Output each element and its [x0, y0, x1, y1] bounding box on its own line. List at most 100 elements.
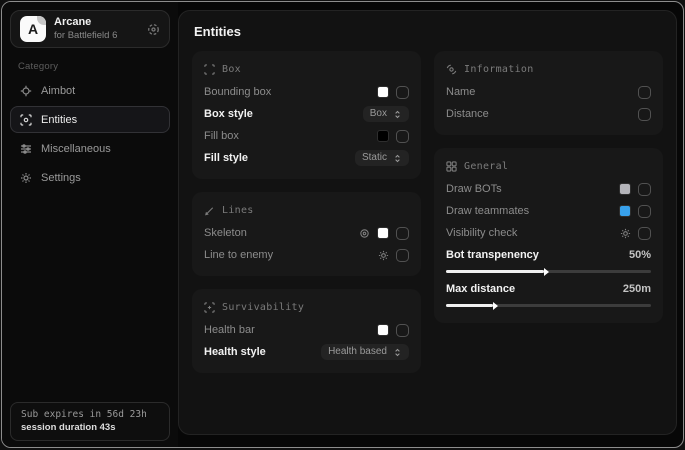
crosshair-icon	[20, 85, 32, 97]
color-swatch[interactable]	[377, 86, 389, 98]
card-header-label: General	[464, 161, 508, 172]
app-logo: A	[20, 16, 46, 42]
setting-row-visibility-check: Visibility check	[446, 222, 651, 244]
setting-label: Skeleton	[204, 227, 247, 239]
sidebar: A Arcane for Battlefield 6 Category Aimb…	[2, 2, 178, 447]
gear-icon[interactable]	[620, 228, 631, 239]
setting-row-distance: Distance	[446, 103, 651, 125]
slider-value: 250m	[623, 283, 651, 295]
card-lines: Lines Skeleton	[192, 192, 421, 276]
card-header-label: Box	[222, 64, 241, 75]
chevron-updown-icon	[393, 154, 402, 163]
setting-label: Health bar	[204, 324, 255, 336]
color-swatch[interactable]	[377, 227, 389, 239]
setting-row-fill-style: Fill style Static	[204, 147, 409, 169]
scan-corners-icon	[204, 64, 215, 75]
app-title-block: Arcane for Battlefield 6	[54, 16, 139, 42]
card-lines-header: Lines	[204, 200, 409, 220]
card-general: General Draw BOTs Draw teammates	[434, 148, 663, 323]
fill-style-dropdown[interactable]: Static	[355, 150, 409, 166]
card-header-label: Lines	[222, 205, 254, 216]
pencil-line-icon	[204, 205, 215, 216]
setting-row-line-to-enemy: Line to enemy	[204, 244, 409, 266]
app-logo-letter: A	[28, 21, 38, 37]
sliders-icon	[20, 143, 32, 155]
grid-icon	[446, 161, 457, 172]
setting-label: Box style	[204, 108, 253, 120]
gear-icon	[20, 172, 32, 184]
setting-row-health-style: Health style Health based	[204, 341, 409, 363]
card-header-label: Information	[464, 64, 534, 75]
setting-label: Visibility check	[446, 227, 517, 239]
setting-row-draw-teammates: Draw teammates	[446, 200, 651, 222]
category-label: Category	[18, 61, 178, 72]
checkbox[interactable]	[638, 227, 651, 240]
checkbox[interactable]	[396, 130, 409, 143]
card-box-header: Box	[204, 59, 409, 79]
setting-label: Health style	[204, 346, 266, 358]
setting-row-draw-bots: Draw BOTs	[446, 178, 651, 200]
setting-row-skeleton: Skeleton	[204, 222, 409, 244]
color-swatch[interactable]	[619, 205, 631, 217]
checkbox[interactable]	[396, 227, 409, 240]
checkbox[interactable]	[638, 108, 651, 121]
sub-expiry-text: Sub expires in 56d 23h	[21, 409, 159, 420]
sidebar-item-aimbot[interactable]: Aimbot	[10, 77, 170, 104]
eye-icon[interactable]	[359, 228, 370, 239]
app-header: A Arcane for Battlefield 6	[10, 10, 170, 48]
setting-label: Name	[446, 86, 475, 98]
sidebar-item-entities[interactable]: Entities	[10, 106, 170, 133]
entity-scan-icon	[20, 114, 32, 126]
setting-row-bot-transparency: Bot transpenency 50%	[446, 245, 651, 273]
card-information-header: Information	[446, 59, 651, 79]
info-scan-icon	[446, 64, 457, 75]
gear-icon[interactable]	[378, 250, 389, 261]
sidebar-item-label: Settings	[41, 172, 81, 184]
session-duration-text: session duration 43s	[21, 422, 159, 433]
subscription-info-box: Sub expires in 56d 23h session duration …	[10, 402, 170, 441]
setting-label: Bounding box	[204, 86, 271, 98]
slider-fill[interactable]	[446, 270, 544, 273]
color-swatch[interactable]	[377, 324, 389, 336]
box-style-dropdown[interactable]: Box	[363, 106, 409, 122]
card-survivability: Survivability Health bar Health style He…	[192, 289, 421, 373]
dropdown-value: Static	[362, 153, 387, 163]
slider-value: 50%	[629, 249, 651, 261]
sync-circle-icon[interactable]	[147, 23, 160, 36]
sidebar-item-miscellaneous[interactable]: Miscellaneous	[10, 135, 170, 162]
setting-label: Max distance	[446, 283, 515, 295]
dropdown-value: Health based	[328, 347, 387, 357]
setting-label: Fill style	[204, 152, 248, 164]
sidebar-item-settings[interactable]: Settings	[10, 164, 170, 191]
setting-label: Draw teammates	[446, 205, 529, 217]
card-header-label: Survivability	[222, 302, 304, 313]
page-title: Entities	[194, 24, 663, 39]
chevron-updown-icon	[393, 348, 402, 357]
color-swatch[interactable]	[619, 183, 631, 195]
dropdown-value: Box	[370, 109, 387, 119]
setting-row-box-style: Box style Box	[204, 103, 409, 125]
card-survivability-header: Survivability	[204, 297, 409, 317]
checkbox[interactable]	[638, 86, 651, 99]
checkbox[interactable]	[396, 86, 409, 99]
setting-label: Draw BOTs	[446, 183, 502, 195]
setting-label: Bot transpenency	[446, 249, 539, 261]
bot-transparency-slider[interactable]	[446, 270, 651, 273]
health-style-dropdown[interactable]: Health based	[321, 344, 409, 360]
checkbox[interactable]	[396, 324, 409, 337]
slider-fill[interactable]	[446, 304, 493, 307]
setting-label: Distance	[446, 108, 489, 120]
card-general-header: General	[446, 156, 651, 176]
setting-row-fill-box: Fill box	[204, 125, 409, 147]
setting-label: Fill box	[204, 130, 239, 142]
checkbox[interactable]	[396, 249, 409, 262]
checkbox[interactable]	[638, 205, 651, 218]
color-swatch[interactable]	[377, 130, 389, 142]
checkbox[interactable]	[638, 183, 651, 196]
sidebar-item-label: Miscellaneous	[41, 143, 111, 155]
sidebar-item-label: Entities	[41, 114, 77, 126]
max-distance-slider[interactable]	[446, 304, 651, 307]
chevron-updown-icon	[393, 110, 402, 119]
setting-row-name: Name	[446, 81, 651, 103]
app-title: Arcane	[54, 16, 139, 30]
